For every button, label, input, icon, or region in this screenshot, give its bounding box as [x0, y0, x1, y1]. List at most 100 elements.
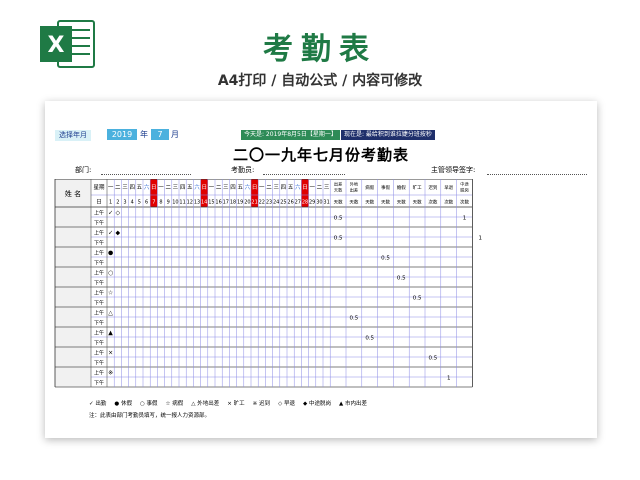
am-label: 上午	[94, 370, 104, 377]
day-number-cell: 1	[109, 200, 112, 206]
page-title: 考勤表	[263, 32, 377, 67]
weekday-cell: 三	[223, 184, 229, 191]
dept-label: 部门:	[75, 166, 92, 174]
summary-unit: 次数	[460, 199, 469, 206]
weekday-cell: 五	[237, 184, 243, 191]
summary-unit: 天数	[334, 199, 343, 206]
attendance-grid[interactable]: 姓 名星期日一1二2三3四4五5六6日7一8二9三10四11五12六13日14一…	[45, 179, 597, 389]
summary-header: 婚假	[397, 184, 406, 191]
weekday-cell: 二	[115, 185, 121, 191]
day-number-cell: 26	[287, 200, 293, 206]
day-number-cell: 13	[194, 200, 200, 206]
day-number-cell: 21	[251, 200, 257, 206]
legend-item: ※ 迟到	[253, 401, 270, 408]
summary-value: 0.5	[334, 236, 343, 242]
day-number-cell: 9	[167, 200, 170, 206]
attendance-mark: ※	[108, 370, 113, 377]
day-number-cell: 3	[123, 200, 126, 206]
supervisor-field[interactable]	[487, 174, 587, 175]
weekday-cell: 四	[230, 184, 236, 191]
day-number-cell: 12	[187, 200, 193, 206]
day-number-cell: 30	[316, 200, 322, 206]
attendance-mark: ◆	[115, 230, 120, 237]
legend-item: △ 外地出差	[191, 401, 220, 408]
weekday-cell: 四	[180, 184, 186, 191]
summary-header: 早退	[444, 184, 453, 191]
year-input[interactable]: 2019	[107, 129, 137, 140]
weekday-cell: 一	[259, 185, 265, 191]
legend-item: ◇ 早退	[278, 401, 295, 408]
legend-item: ✓ 出勤	[89, 401, 107, 408]
am-label: 上午	[94, 330, 104, 337]
attendance-mark: ◇	[115, 210, 120, 217]
weekday-cell: 四	[129, 184, 135, 191]
legend: ✓ 出勤 ● 休假 ○ 事假 ☆ 病假 △ 外地出差 × 旷工 ※ 迟到 ◇ 早退 ◆ 中途脱岗…	[89, 401, 375, 408]
dept-field[interactable]	[101, 174, 191, 175]
sheet-title: 二〇一九年七月份考勤表	[232, 146, 409, 164]
summary-value: 1	[463, 216, 467, 222]
attendance-sheet: 选择年月 2019 年 7 月 今天是: 2019年8月5日【星期一】 现在是:…	[45, 101, 597, 438]
day-header: 日	[96, 199, 102, 206]
year-unit: 年	[140, 130, 148, 139]
am-label: 上午	[94, 250, 104, 257]
summary-unit: 次数	[444, 199, 453, 206]
weekday-cell: 二	[266, 185, 272, 191]
legend-label: 外地出差	[197, 401, 220, 407]
day-number-cell: 20	[244, 200, 250, 206]
weekday-cell: 三	[324, 184, 330, 191]
month-input[interactable]: 7	[151, 129, 169, 140]
summary-header-line2: 出差	[350, 187, 358, 194]
weekday-cell: 一	[158, 185, 164, 191]
am-label: 上午	[94, 350, 104, 357]
am-label: 上午	[94, 310, 104, 317]
legend-label: 出勤	[95, 401, 107, 407]
day-number-cell: 11	[179, 200, 185, 206]
weekday-cell: 六	[295, 183, 301, 191]
legend-label: 中途脱岗	[308, 401, 331, 407]
day-number-cell: 24	[273, 200, 279, 206]
summary-unit: 天数	[349, 199, 358, 206]
pm-label: 下午	[94, 240, 104, 247]
attendance-mark: ☆	[108, 290, 113, 297]
weekday-cell: 一	[309, 185, 315, 191]
summary-header: 旷工	[413, 184, 422, 191]
weekday-cell: 三	[273, 184, 279, 191]
weekday-cell: 三	[122, 184, 128, 191]
attendance-mark: ✓	[108, 210, 113, 217]
day-number-cell: 8	[159, 200, 162, 206]
am-label: 上午	[94, 290, 104, 297]
pm-label: 下午	[94, 220, 104, 227]
attendant-field[interactable]	[263, 174, 345, 175]
summary-value: 0.5	[397, 276, 406, 282]
pm-label: 下午	[94, 280, 104, 287]
pm-label: 下午	[94, 360, 104, 367]
weekday-cell: 日	[201, 184, 207, 191]
pm-label: 下午	[94, 380, 104, 387]
weekday-cell: 二	[216, 185, 222, 191]
today-banner: 今天是: 2019年8月5日【星期一】	[241, 130, 340, 140]
day-number-cell: 18	[230, 200, 236, 206]
summary-header: 病假	[365, 184, 374, 191]
summary-unit: 次数	[428, 199, 437, 206]
weekday-cell: 一	[209, 185, 215, 191]
summary-value: 0.5	[365, 336, 374, 342]
day-number-cell: 16	[215, 200, 221, 206]
pm-label: 下午	[94, 260, 104, 267]
select-month-label: 选择年月	[55, 130, 91, 141]
legend-label: 旷工	[233, 401, 245, 407]
day-number-cell: 10	[172, 200, 178, 206]
summary-header-line1: 中途	[460, 181, 469, 188]
summary-header-line2: 脱岗	[460, 187, 468, 194]
weekday-cell: 六	[144, 183, 150, 191]
weekday-cell: 四	[281, 184, 287, 191]
legend-label: 迟到	[258, 401, 270, 407]
weekday-cell: 二	[165, 185, 171, 191]
day-number-cell: 4	[131, 200, 134, 206]
weekday-cell: 日	[302, 184, 308, 191]
pm-label: 下午	[94, 340, 104, 347]
legend-item: × 旷工	[227, 401, 245, 408]
note-banner: 现在是: 最给积到谁拉婕分班按秒	[341, 130, 435, 140]
day-number-cell: 14	[201, 200, 207, 206]
attendance-mark: ▲	[108, 330, 113, 337]
summary-header-line2: 天数	[334, 187, 343, 194]
